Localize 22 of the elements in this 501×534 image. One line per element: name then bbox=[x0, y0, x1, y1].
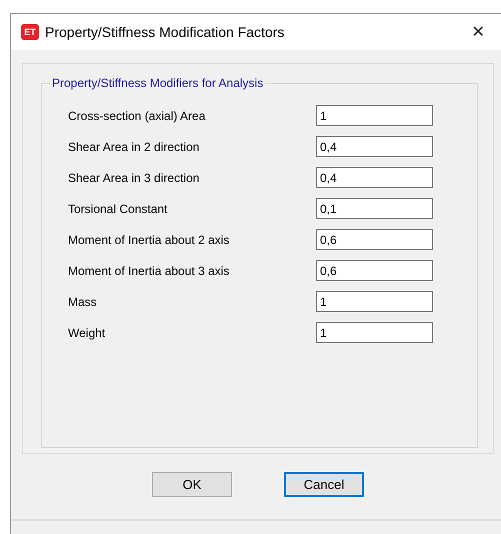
input-field[interactable]: 1 bbox=[316, 291, 433, 312]
app-logo: ET bbox=[21, 24, 39, 40]
group-title: Property/Stiffness Modifiers for Analysis bbox=[50, 76, 266, 90]
input-field[interactable]: 1 bbox=[316, 105, 433, 126]
field-label: Shear Area in 3 direction bbox=[68, 170, 200, 184]
field-label: Cross-section (axial) Area bbox=[68, 108, 206, 122]
input-field[interactable]: 0,1 bbox=[316, 198, 433, 219]
field-label: Mass bbox=[68, 294, 98, 308]
field-label: Shear Area in 2 direction bbox=[68, 140, 200, 154]
window-title: Property/Stiffness Modification Factors bbox=[45, 24, 286, 40]
field-label: Moment of Inertia about 2 axis bbox=[68, 232, 230, 246]
input-field[interactable]: 0,6 bbox=[316, 229, 433, 250]
input-field[interactable]: 0,4 bbox=[316, 167, 433, 188]
field-label: Weight bbox=[68, 326, 106, 340]
close-button[interactable]: ✕ bbox=[455, 14, 501, 50]
input-field[interactable]: 0,6 bbox=[316, 260, 433, 281]
cancel-button[interactable]: Cancel bbox=[284, 472, 364, 497]
field-label: Torsional Constant bbox=[68, 202, 168, 216]
ok-button[interactable]: OK bbox=[152, 472, 232, 497]
field-label: Moment of Inertia about 3 axis bbox=[68, 264, 230, 278]
input-field[interactable]: 0,4 bbox=[316, 136, 433, 157]
input-field[interactable]: 1 bbox=[316, 322, 433, 343]
